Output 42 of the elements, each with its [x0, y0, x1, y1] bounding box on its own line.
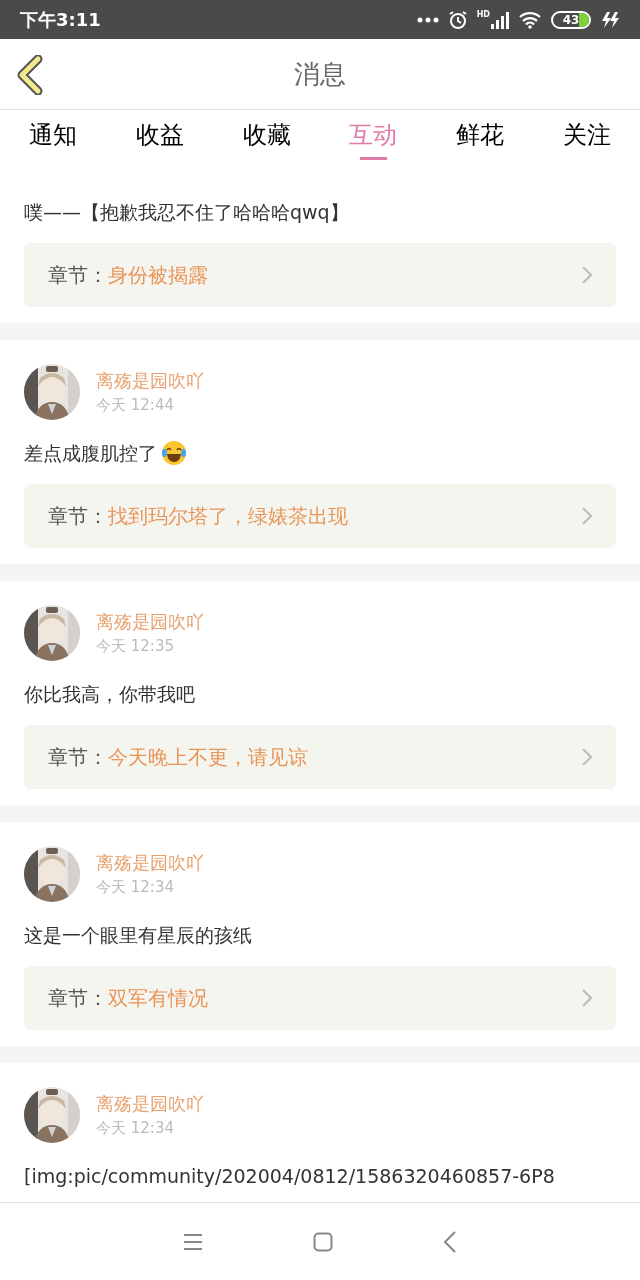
message-text: 差点成腹肌控了: [24, 441, 157, 466]
wifi-icon: [518, 10, 542, 29]
message-time: 今天 12:34: [96, 1118, 175, 1139]
tab[interactable]: 通知: [0, 110, 107, 160]
message-text: [img:pic/community/202004/0812/1586320460857-6P8: [24, 1164, 555, 1189]
chapter-link[interactable]: 章节：身份被揭露: [24, 243, 616, 307]
message-time: 今天 12:35: [96, 636, 175, 657]
tab[interactable]: 关注: [533, 110, 640, 160]
chapter-title: 身份被揭露: [108, 262, 208, 289]
network-label: HD: [476, 10, 490, 19]
tab[interactable]: 收益: [106, 110, 214, 160]
chapter-title: 今天晚上不更，请见谅: [108, 744, 308, 771]
chapter-label: 章节：: [48, 262, 108, 289]
chapter-label: 章节：: [48, 503, 108, 530]
chapter-label: 章节：: [48, 985, 108, 1012]
home-icon[interactable]: [313, 1231, 333, 1252]
chevron-right-icon: [582, 266, 592, 284]
tab[interactable]: 鲜花: [426, 110, 534, 160]
chevron-right-icon: [582, 989, 592, 1007]
chapter-title: 双军有情况: [108, 985, 208, 1012]
message-text: 噗——【抱歉我忍不住了哈哈哈qwq】: [24, 200, 349, 225]
battery-icon: 43: [551, 10, 591, 29]
chapter-link[interactable]: 章节：双军有情况: [24, 966, 616, 1030]
chevron-right-icon: [582, 748, 592, 766]
message-text: 你比我高，你带我吧: [24, 682, 195, 707]
alarm-icon: [447, 9, 468, 30]
message-time: 今天 12:34: [96, 877, 175, 898]
chapter-link[interactable]: 章节：找到玛尔塔了，绿婊茶出现: [24, 484, 616, 548]
signal-icon: [491, 10, 509, 29]
chapter-title: 找到玛尔塔了，绿婊茶出现: [108, 503, 348, 530]
back-icon[interactable]: [443, 1230, 457, 1253]
status-time: 下午3:11: [20, 8, 101, 32]
message-text: 这是一个眼里有星辰的孩纸: [24, 923, 252, 948]
chapter-link[interactable]: 章节：今天晚上不更，请见谅: [24, 725, 616, 789]
page-title: 消息: [294, 57, 346, 91]
chapter-label: 章节：: [48, 744, 108, 771]
tab[interactable]: 收藏: [213, 110, 320, 160]
menu-icon[interactable]: [183, 1232, 203, 1251]
more-dots-icon: [416, 16, 439, 23]
charging-icon: [600, 10, 620, 29]
message-time: 今天 12:44: [96, 395, 175, 416]
chevron-right-icon: [582, 507, 592, 525]
